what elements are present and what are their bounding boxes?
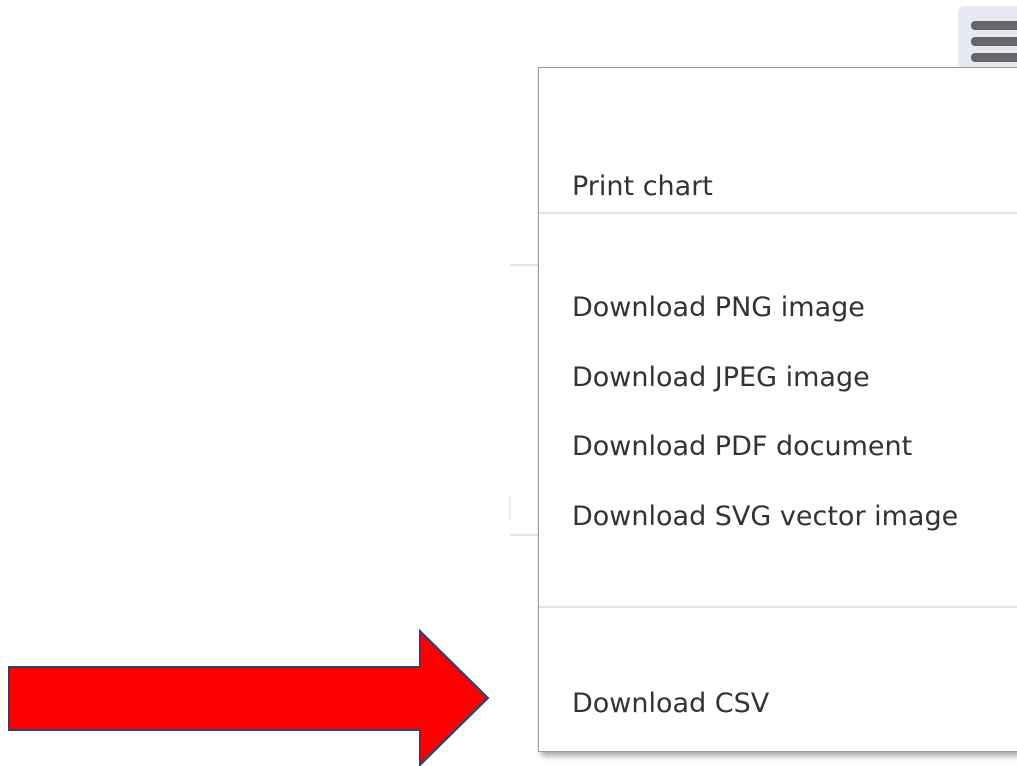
menu-separator xyxy=(539,606,1017,608)
menu-separator xyxy=(539,212,1017,214)
context-menu-button[interactable] xyxy=(958,6,1017,68)
hamburger-menu-icon-bar xyxy=(971,37,1017,46)
chart-tick xyxy=(509,496,511,520)
menu-item-download-pdf[interactable]: Download PDF document xyxy=(572,430,912,464)
menu-item-print-chart[interactable]: Print chart xyxy=(572,170,713,204)
screenshot-page: Print chart Download PNG image Download … xyxy=(0,0,1017,766)
arrow-shape xyxy=(8,628,490,766)
hamburger-menu-icon xyxy=(971,21,1017,30)
menu-item-download-jpeg[interactable]: Download JPEG image xyxy=(572,361,870,395)
menu-item-download-csv[interactable]: Download CSV xyxy=(572,687,769,721)
menu-item-download-png[interactable]: Download PNG image xyxy=(572,291,865,325)
menu-item-download-svg[interactable]: Download SVG vector image xyxy=(572,500,958,534)
red-arrow-icon xyxy=(8,628,490,766)
hamburger-menu-icon-bar xyxy=(971,53,1017,62)
export-dropdown-menu: Print chart Download PNG image Download … xyxy=(538,67,1017,752)
